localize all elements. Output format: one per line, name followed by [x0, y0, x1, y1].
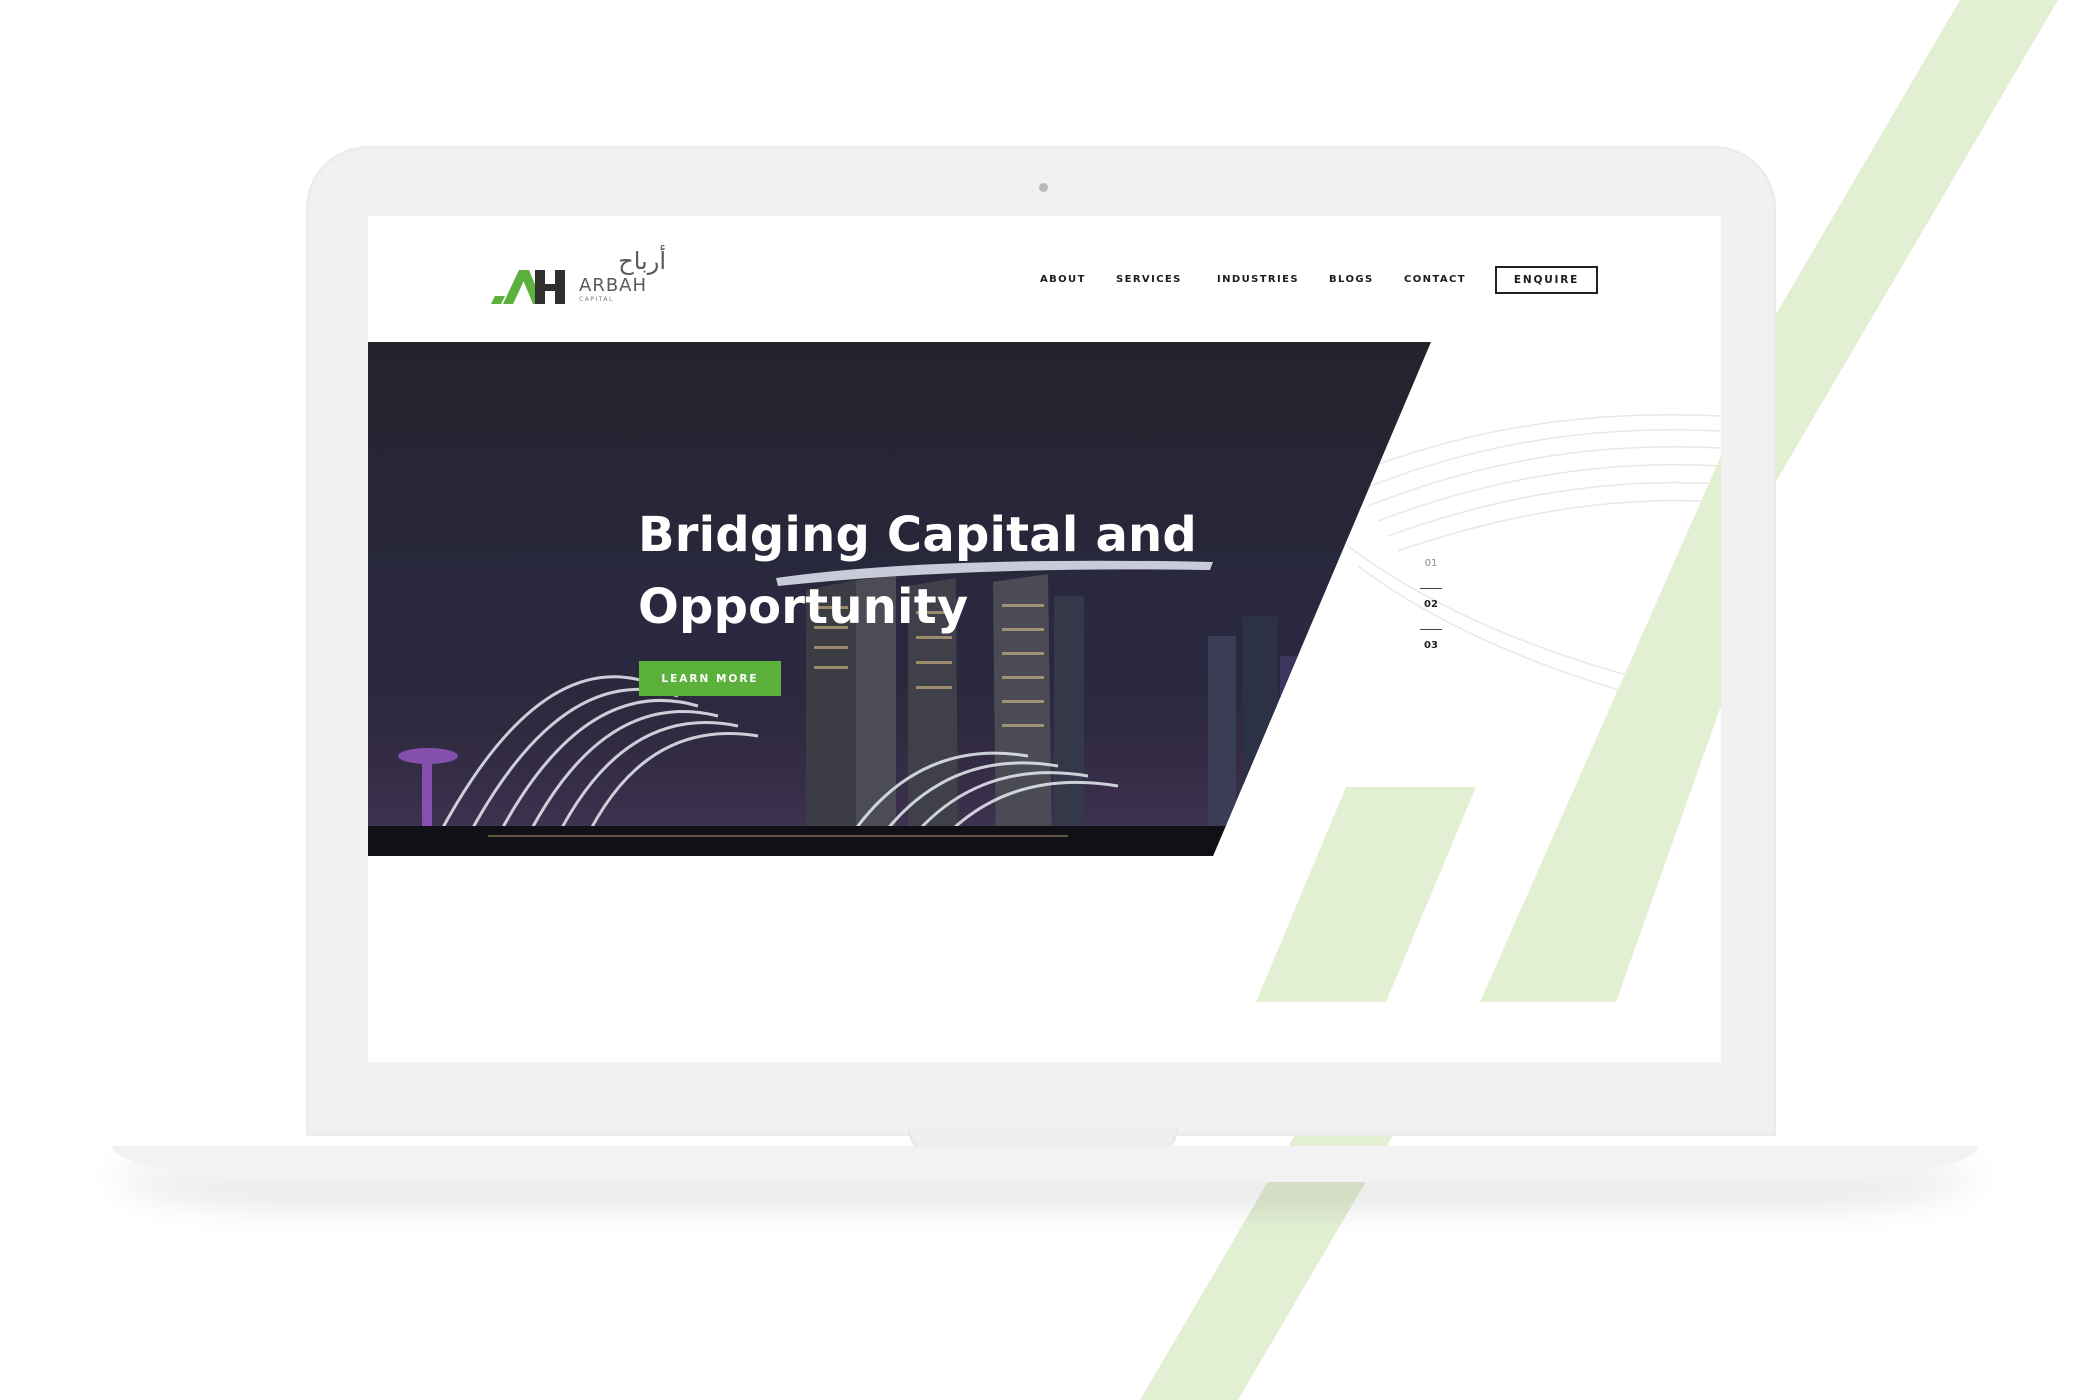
pager-divider: [1420, 588, 1442, 589]
green-stripe-right: [1480, 456, 1721, 1002]
learn-more-button[interactable]: LEARN MORE: [639, 661, 781, 696]
pager-item-02[interactable]: 02: [1419, 597, 1443, 629]
slide-pager: 01 02 03: [1419, 556, 1443, 670]
nav-contact[interactable]: CONTACT: [1404, 274, 1466, 285]
green-stripe-left: [1256, 787, 1476, 1002]
laptop-base: [112, 1146, 1978, 1182]
nav-blogs[interactable]: BLOGS: [1329, 274, 1374, 285]
pager-divider: [1420, 629, 1442, 630]
website-screen: أرباح ARBAH CAPITAL ABOUT SERVICES INDUS…: [368, 216, 1721, 1062]
brand-tagline: CAPITAL: [579, 296, 614, 303]
nav-industries[interactable]: INDUSTRIES: [1217, 274, 1299, 285]
pager-item-03[interactable]: 03: [1419, 638, 1443, 670]
hero-title: Bridging Capital and Opportunity: [638, 507, 1197, 635]
nav-services[interactable]: SERVICES: [1116, 274, 1182, 285]
pager-item-01[interactable]: 01: [1419, 556, 1443, 588]
camera-dot: [1039, 183, 1048, 192]
nav-about[interactable]: ABOUT: [1040, 274, 1086, 285]
enquire-button[interactable]: ENQUIRE: [1495, 266, 1598, 294]
